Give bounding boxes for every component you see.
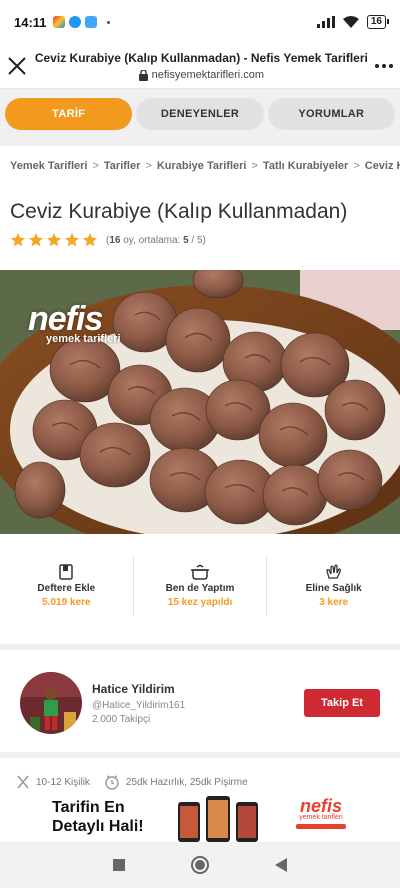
servings-text: 10-12 Kişilik xyxy=(36,776,90,788)
notebook-icon xyxy=(59,564,74,580)
recipe-meta: 10-12 Kişilik 25dk Hazırlık, 25dk Pişirm… xyxy=(16,774,248,790)
rating-mid: oy, ortalama: xyxy=(120,234,184,246)
notification-icons xyxy=(52,16,110,28)
recipe-photo[interactable]: nefis yemek tarifleri xyxy=(0,270,400,534)
browser-header: Ceviz Kurabiye (Kalıp Kullanmadan) - Nef… xyxy=(0,44,400,88)
rating-summary: (16 oy, ortalama: 5 / 5) xyxy=(106,235,206,246)
avatar[interactable] xyxy=(20,672,82,734)
recipe-title: Ceviz Kurabiye (Kalıp Kullanmadan) xyxy=(10,200,348,223)
author-handle: @Hatice_Yildirim161 xyxy=(92,699,186,711)
section-divider xyxy=(0,644,400,650)
lock-icon xyxy=(138,69,148,81)
ad-brand-bar xyxy=(296,824,346,829)
tab-yorumlar[interactable]: YORUMLAR xyxy=(267,97,395,130)
section-divider xyxy=(0,752,400,758)
url-text: nefisyemektarifleri.com xyxy=(151,69,265,81)
status-time: 14:11 xyxy=(14,14,47,30)
rating-max: / 5) xyxy=(188,234,206,246)
browser-title-block: Ceviz Kurabiye (Kalıp Kullanmadan) - Nef… xyxy=(35,51,368,81)
breadcrumb-item[interactable]: Tatlı Kurabiyeler xyxy=(263,160,348,172)
author-card: Hatice Yildirim @Hatice_Yildirim161 2.00… xyxy=(0,658,400,748)
tab-deneyenler[interactable]: DENEYENLER xyxy=(136,97,264,130)
action-label: Eline Sağlık xyxy=(305,583,362,594)
author-photo xyxy=(20,672,82,734)
breadcrumb-item[interactable]: Yemek Tarifleri xyxy=(10,160,87,172)
recipe-tabs: TARİF DENEYENLER YORUMLAR xyxy=(0,88,400,138)
more-notifications-dot xyxy=(106,20,110,24)
follow-button[interactable]: Takip Et xyxy=(304,689,380,717)
watermark-sub: yemek tarifleri xyxy=(46,333,121,345)
app-promo-banner[interactable]: Tarifin En Detaylı Hali! nefis yemek tar… xyxy=(0,790,400,842)
browser-page-title: Ceviz Kurabiye (Kalıp Kullanmadan) - Nef… xyxy=(34,51,368,65)
add-to-notebook-button[interactable]: Deftere Ekle 5.019 kere xyxy=(0,556,134,616)
action-label: Ben de Yaptım xyxy=(165,583,235,594)
nefis-watermark: nefis yemek tarifleri xyxy=(28,300,121,345)
breadcrumb-separator: > xyxy=(92,160,99,172)
browser-notification-icon xyxy=(84,16,97,28)
ad-headline: Tarifin En Detaylı Hali! xyxy=(52,798,144,836)
author-name[interactable]: Hatice Yildirim xyxy=(92,682,185,696)
breadcrumb-separator: > xyxy=(145,160,152,172)
i-made-it-button[interactable]: Ben de Yaptım 15 kez yapıldı xyxy=(134,556,268,616)
star-icon[interactable] xyxy=(46,232,62,248)
more-dot-icon xyxy=(388,64,393,68)
star-icon[interactable] xyxy=(28,232,44,248)
ad-brand: nefis yemek tarifleri xyxy=(296,796,346,829)
back-button[interactable] xyxy=(274,857,288,873)
wifi-icon xyxy=(342,16,359,28)
tab-tarif[interactable]: TARİF xyxy=(5,97,133,130)
phone-mockups-image xyxy=(178,796,258,842)
action-label: Deftere Ekle xyxy=(37,583,96,594)
clock-icon xyxy=(105,775,119,790)
breadcrumb-item[interactable]: Tarifler xyxy=(104,160,140,172)
url-row: nefisyemektarifleri.com xyxy=(35,69,368,81)
clapping-hands-icon xyxy=(326,564,341,579)
action-count: 5.019 kere xyxy=(42,597,91,608)
time-text: 25dk Hazırlık, 25dk Pişirme xyxy=(125,776,248,788)
recents-button[interactable] xyxy=(112,858,126,872)
rating-row: (16 oy, ortalama: 5 / 5) xyxy=(10,232,206,248)
breadcrumb: Yemek Tarifleri > Tarifler > Kurabiye Tarifl… xyxy=(10,160,400,172)
more-dot-icon xyxy=(374,64,379,68)
close-icon xyxy=(8,57,27,75)
well-done-button[interactable]: Eline Sağlık 3 kere xyxy=(267,556,400,616)
rating-votes: 16 xyxy=(109,234,121,246)
breadcrumb-item[interactable]: Kurabiye Tarifleri xyxy=(157,160,247,172)
action-count: 15 kez yapıldı xyxy=(167,597,233,608)
more-options-button[interactable] xyxy=(368,44,400,88)
ad-line-2: Detaylı Hali! xyxy=(52,818,144,835)
close-button[interactable] xyxy=(0,44,35,88)
ad-line-1: Tarifin En xyxy=(52,799,125,816)
breadcrumb-separator: > xyxy=(353,160,360,172)
recipe-actions: Deftere Ekle 5.019 kere Ben de Yaptım 15… xyxy=(0,556,400,616)
star-icon[interactable] xyxy=(64,232,80,248)
app-notification-icon xyxy=(52,16,65,28)
signal-icon xyxy=(316,16,335,28)
more-dot-icon xyxy=(381,64,386,68)
system-nav-bar xyxy=(0,842,400,888)
author-followers: 2.000 Takipçi xyxy=(92,713,151,725)
star-icon[interactable] xyxy=(82,232,98,248)
star-icon[interactable] xyxy=(10,232,26,248)
section-divider xyxy=(0,138,400,146)
ad-brand-sub: yemek tarifleri xyxy=(299,814,343,821)
cooking-pot-icon xyxy=(191,564,209,580)
breadcrumb-item[interactable]: Ceviz Kurab xyxy=(365,160,400,172)
chat-notification-icon xyxy=(68,16,81,28)
author-info: Hatice Yildirim @Hatice_Yildirim161 2.00… xyxy=(92,682,185,725)
home-button[interactable] xyxy=(190,855,210,875)
battery-icon: 16 xyxy=(366,15,390,29)
status-bar: 14:11 16 xyxy=(0,0,400,44)
action-count: 3 kere xyxy=(319,597,349,608)
fork-knife-icon xyxy=(17,775,29,789)
breadcrumb-separator: > xyxy=(251,160,258,172)
